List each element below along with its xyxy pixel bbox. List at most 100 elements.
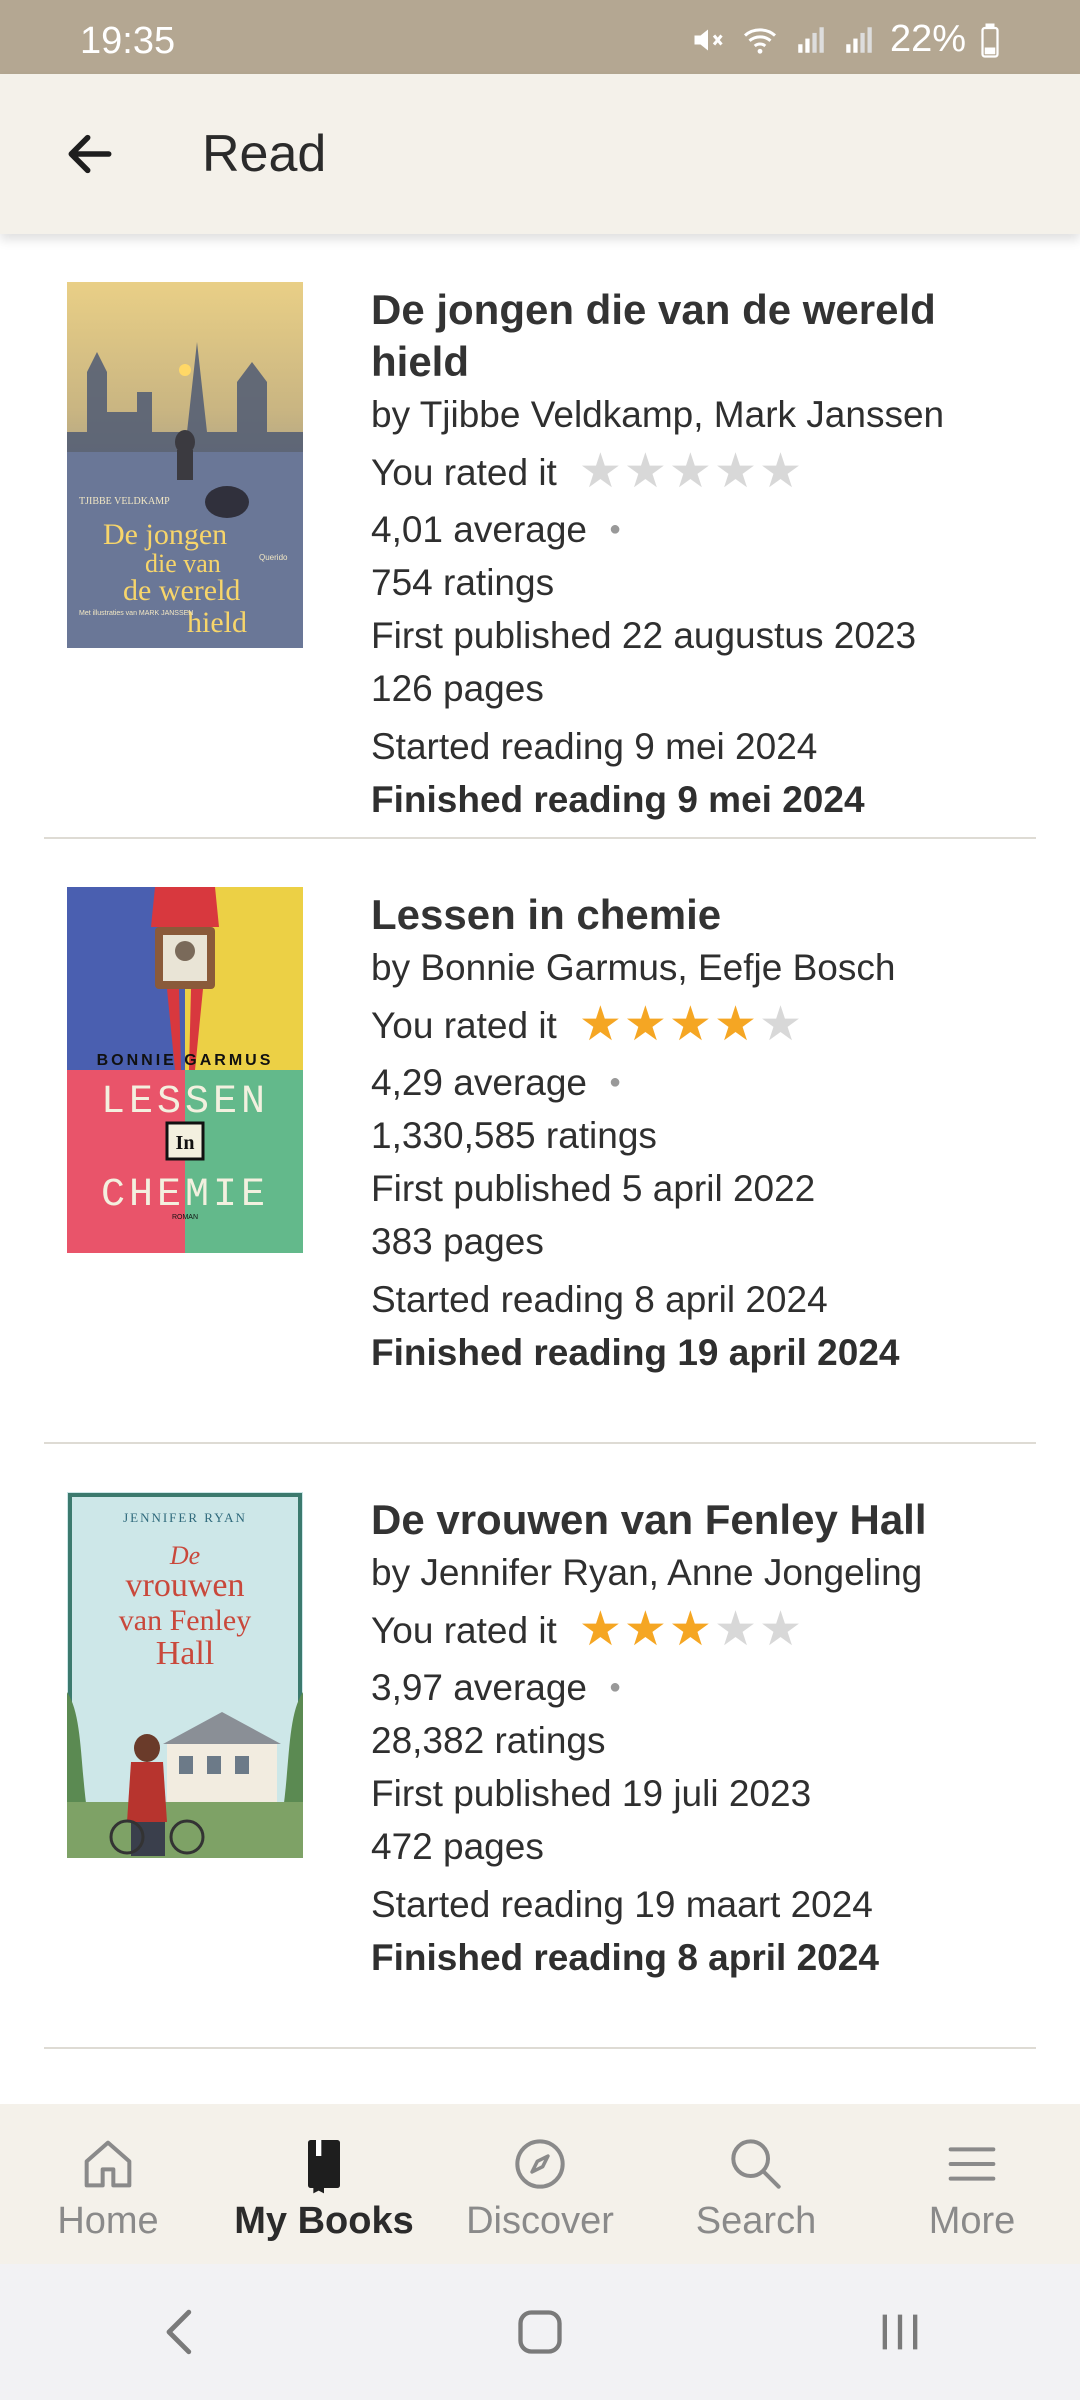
nav-label: More bbox=[928, 2200, 1016, 2242]
cover-publisher: Querido bbox=[259, 553, 288, 562]
page-count: 472 pages bbox=[371, 1826, 544, 1867]
star-filled-icon[interactable]: ★ bbox=[669, 1606, 712, 1654]
book-list-item[interactable]: TJIBBE VELDKAMP De jongen die van de wer… bbox=[0, 234, 1080, 839]
cover-title-mid: In bbox=[176, 1132, 195, 1154]
battery-percentage: 22% bbox=[889, 18, 966, 60]
star-filled-icon[interactable]: ★ bbox=[579, 1606, 622, 1654]
separator-dot: ● bbox=[609, 1676, 622, 1698]
cover-image: TJIBBE VELDKAMP De jongen die van de wer… bbox=[67, 282, 303, 648]
star-empty-icon[interactable]: ★ bbox=[759, 448, 802, 496]
nav-label: Home bbox=[57, 2200, 159, 2242]
book-authors[interactable]: by Bonnie Garmus, Eefje Bosch bbox=[371, 941, 1031, 994]
nav-home[interactable]: Home bbox=[0, 2104, 216, 2264]
nav-label: Discover bbox=[466, 2200, 614, 2242]
system-back-button[interactable] bbox=[130, 2282, 230, 2382]
star-empty-icon[interactable]: ★ bbox=[579, 448, 622, 496]
cover-author-text: BONNIE GARMUS bbox=[97, 1052, 274, 1069]
average-row: 4,01 average ● bbox=[371, 503, 1031, 556]
rated-label: You rated it bbox=[371, 1004, 557, 1046]
battery-icon bbox=[981, 23, 999, 58]
rating-stars[interactable]: ★ ★ ★ ★ ★ bbox=[579, 448, 804, 496]
star-empty-icon[interactable]: ★ bbox=[759, 1001, 802, 1049]
rated-label: You rated it bbox=[371, 1609, 557, 1651]
system-recents-button[interactable] bbox=[850, 2282, 950, 2382]
user-rating-row: You rated it ★ ★ ★ ★ ★ bbox=[371, 994, 1031, 1056]
cover-title-line: vrouwen bbox=[126, 1567, 245, 1604]
average-rating: 4,01 average bbox=[371, 509, 588, 550]
book-title[interactable]: De vrouwen van Fenley Hall bbox=[371, 1494, 1031, 1546]
mute-icon bbox=[694, 29, 723, 50]
cover-title-top: LESSEN bbox=[101, 1080, 269, 1125]
book-cover[interactable]: TJIBBE VELDKAMP De jongen die van de wer… bbox=[67, 282, 303, 648]
ratings-count: 28,382 ratings bbox=[371, 1720, 606, 1761]
star-empty-icon[interactable]: ★ bbox=[714, 448, 757, 496]
star-filled-icon[interactable]: ★ bbox=[669, 1001, 712, 1049]
cover-title-line: hield bbox=[187, 606, 247, 639]
compass-icon bbox=[515, 2139, 565, 2189]
rating-stars[interactable]: ★ ★ ★ ★ ★ bbox=[579, 1001, 804, 1049]
book-title[interactable]: De jongen die van de wereld hield bbox=[371, 284, 1031, 388]
nav-search[interactable]: Search bbox=[648, 2104, 864, 2264]
ratings-count: 1,330,585 ratings bbox=[371, 1115, 657, 1156]
star-filled-icon[interactable]: ★ bbox=[579, 1001, 622, 1049]
book-list-item[interactable]: JENNIFER RYAN De vrouwen van Fenley Hall… bbox=[0, 1444, 1080, 2049]
nav-more[interactable]: More bbox=[864, 2104, 1080, 2264]
average-rating: 4,29 average bbox=[371, 1062, 588, 1103]
book-info: De vrouwen van Fenley Hall by Jennifer R… bbox=[371, 1494, 1031, 1984]
cover-title-bottom: CHEMIE bbox=[101, 1173, 269, 1218]
status-time: 19:35 bbox=[80, 20, 176, 62]
started-reading: Started reading 8 april 2024 bbox=[371, 1279, 828, 1320]
star-filled-icon[interactable]: ★ bbox=[624, 1001, 667, 1049]
finished-reading: Finished reading 8 april 2024 bbox=[371, 1937, 879, 1978]
average-row: 4,29 average ● bbox=[371, 1056, 1031, 1109]
status-icons: 22% bbox=[690, 18, 1000, 61]
cover-title-line: Hall bbox=[156, 1635, 215, 1672]
finished-reading: Finished reading 9 mei 2024 bbox=[371, 779, 865, 820]
book-info: De jongen die van de wereld hield by Tji… bbox=[371, 284, 1031, 826]
star-empty-icon[interactable]: ★ bbox=[624, 448, 667, 496]
book-authors[interactable]: by Jennifer Ryan, Anne Jongeling bbox=[371, 1546, 1031, 1599]
book-list-item[interactable]: BONNIE GARMUS LESSEN In CHEMIE ROMAN Les… bbox=[0, 839, 1080, 1444]
book-info: Lessen in chemie by Bonnie Garmus, Eefje… bbox=[371, 889, 1031, 1379]
started-reading: Started reading 9 mei 2024 bbox=[371, 726, 818, 767]
first-published: First published 19 juli 2023 bbox=[371, 1773, 812, 1814]
cover-title-line: De jongen bbox=[103, 518, 227, 551]
book-authors[interactable]: by Tjibbe Veldkamp, Mark Janssen bbox=[371, 388, 1031, 441]
book-cover[interactable]: JENNIFER RYAN De vrouwen van Fenley Hall bbox=[67, 1492, 303, 1858]
ratings-count: 754 ratings bbox=[371, 562, 555, 603]
started-reading: Started reading 19 maart 2024 bbox=[371, 1884, 873, 1925]
first-published: First published 5 april 2022 bbox=[371, 1168, 816, 1209]
book-list: TJIBBE VELDKAMP De jongen die van de wer… bbox=[0, 234, 1080, 2104]
my-books-icon bbox=[308, 2140, 340, 2194]
signal-icon bbox=[798, 26, 824, 53]
separator-dot: ● bbox=[609, 518, 622, 540]
home-square-icon bbox=[518, 2310, 562, 2354]
divider bbox=[44, 2047, 1036, 2049]
nav-discover[interactable]: Discover bbox=[432, 2104, 648, 2264]
rating-stars[interactable]: ★ ★ ★ ★ ★ bbox=[579, 1606, 804, 1654]
book-title[interactable]: Lessen in chemie bbox=[371, 889, 1031, 941]
back-button[interactable] bbox=[52, 116, 128, 192]
page-count: 126 pages bbox=[371, 668, 544, 709]
app-bar: Read bbox=[0, 74, 1080, 234]
book-cover[interactable]: BONNIE GARMUS LESSEN In CHEMIE ROMAN bbox=[67, 887, 303, 1253]
average-rating: 3,97 average bbox=[371, 1667, 588, 1708]
average-row: 3,97 average ● bbox=[371, 1661, 1031, 1714]
bottom-nav: Home My Books Discover Search More bbox=[0, 2104, 1080, 2264]
star-empty-icon[interactable]: ★ bbox=[759, 1606, 802, 1654]
finished-reading: Finished reading 19 april 2024 bbox=[371, 1332, 900, 1373]
user-rating-row: You rated it ★ ★ ★ ★ ★ bbox=[371, 441, 1031, 503]
cover-author-text: TJIBBE VELDKAMP bbox=[79, 496, 170, 507]
nav-label: Search bbox=[695, 2200, 817, 2242]
first-published: First published 22 augustus 2023 bbox=[371, 615, 917, 656]
search-icon bbox=[731, 2139, 781, 2189]
star-empty-icon[interactable]: ★ bbox=[669, 448, 712, 496]
nav-my-books[interactable]: My Books bbox=[216, 2104, 432, 2264]
star-filled-icon[interactable]: ★ bbox=[714, 1001, 757, 1049]
chevron-left-icon bbox=[166, 2309, 192, 2355]
star-filled-icon[interactable]: ★ bbox=[624, 1606, 667, 1654]
system-home-button[interactable] bbox=[490, 2282, 590, 2382]
star-empty-icon[interactable]: ★ bbox=[714, 1606, 757, 1654]
separator-dot: ● bbox=[609, 1071, 622, 1093]
cover-title-line: van Fenley bbox=[119, 1604, 251, 1637]
